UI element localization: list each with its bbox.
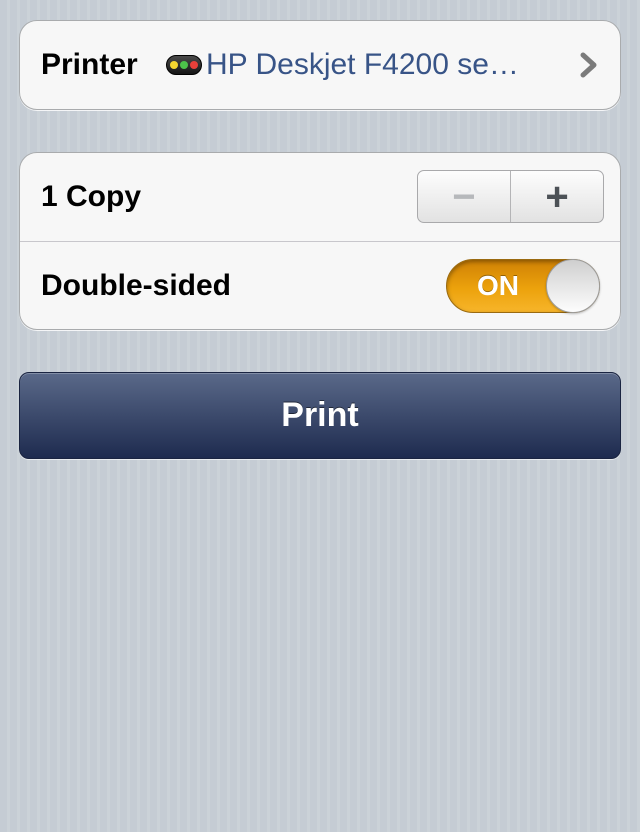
copies-label: 1 Copy — [41, 180, 142, 213]
copies-stepper: − + — [417, 170, 604, 223]
status-dot-yellow — [170, 61, 178, 69]
status-dot-green — [180, 61, 188, 69]
copies-row: 1 Copy − + — [20, 153, 620, 241]
printer-name: HP Deskjet F4200 se… — [206, 48, 519, 81]
decrement-button[interactable]: − — [418, 171, 511, 222]
double-sided-label: Double-sided — [41, 269, 232, 302]
status-dot-red — [190, 61, 198, 69]
double-sided-row: Double-sided ON — [20, 241, 620, 329]
printer-label: Printer — [41, 48, 138, 81]
increment-button[interactable]: + — [511, 171, 603, 222]
printer-row[interactable]: Printer HP Deskjet F4200 se… — [20, 21, 620, 109]
print-button[interactable]: Print — [19, 372, 621, 459]
chevron-right-icon — [580, 52, 597, 78]
printer-value: HP Deskjet F4200 se… — [166, 21, 519, 109]
options-group: 1 Copy − + Double-sided ON — [19, 152, 621, 330]
printer-group: Printer HP Deskjet F4200 se… — [19, 20, 621, 110]
toggle-knob[interactable] — [546, 259, 600, 313]
double-sided-toggle[interactable]: ON — [446, 259, 600, 313]
printer-status-light-icon — [166, 55, 202, 75]
toggle-state-text: ON — [477, 270, 519, 301]
